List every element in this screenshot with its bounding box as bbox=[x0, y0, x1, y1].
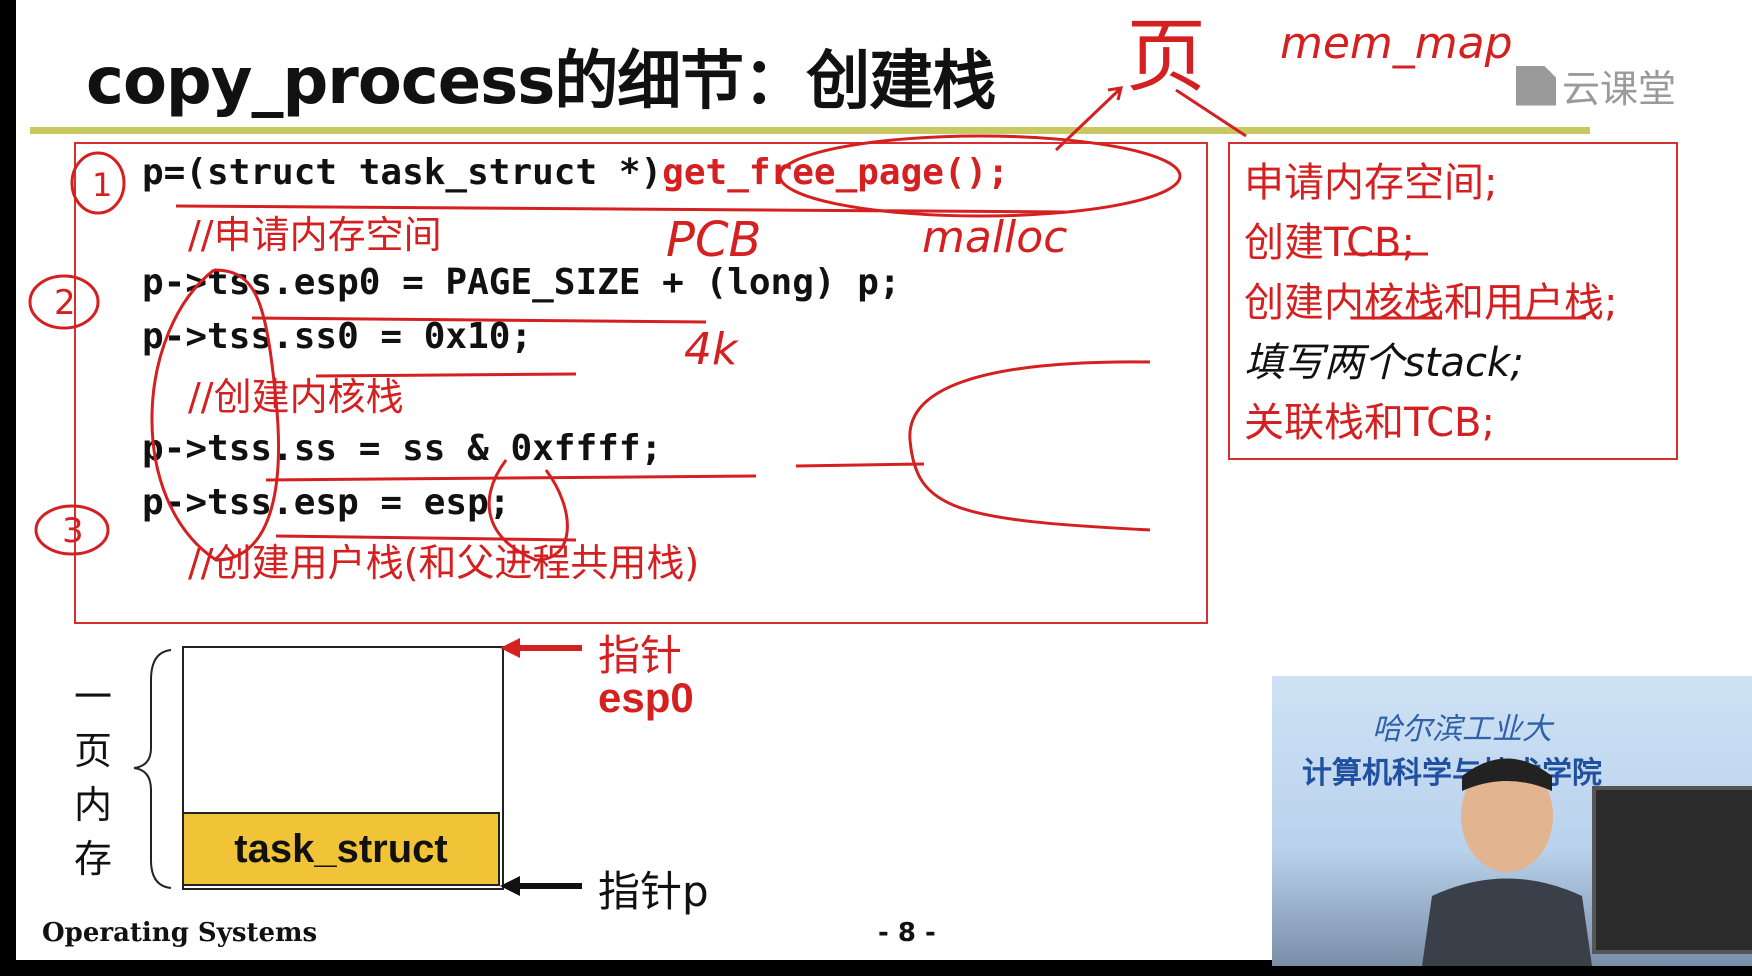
pointer-p-label: 指针p bbox=[598, 867, 709, 916]
annot-mem-map: mem_map bbox=[1280, 18, 1513, 69]
desk-monitor bbox=[1592, 786, 1752, 954]
annot-circle-2: 2 bbox=[54, 283, 76, 323]
task-struct-block: task_struct bbox=[182, 812, 500, 886]
code-line-2: p->tss.esp0 = PAGE_SIZE + (long) p; bbox=[142, 262, 901, 303]
page-memory-label: 一页内存 bbox=[74, 670, 112, 886]
annot-page-char: 页 bbox=[1126, 10, 1206, 103]
comment-user-stack: //创建用户栈(和父进程共用栈) bbox=[188, 541, 700, 585]
step-4: 填写两个stack; bbox=[1244, 340, 1524, 386]
code-line-4: p->tss.ss = ss & 0xffff; bbox=[142, 428, 663, 469]
memory-brace bbox=[133, 649, 172, 889]
step-3: 创建内核栈和用户栈; bbox=[1244, 280, 1618, 326]
step-2: 创建TCB; bbox=[1244, 220, 1415, 266]
brand-logo: 云课堂 bbox=[1516, 58, 1676, 113]
slide-title: copy_process的细节：创建栈 bbox=[86, 45, 996, 119]
code-line-1-fn: get_free_page(); bbox=[662, 152, 1009, 193]
code-line-1-prefix: p=(struct task_struct *) bbox=[142, 152, 663, 193]
lecturer-jacket bbox=[1422, 878, 1592, 966]
steps-box: 申请内存空间; 创建TCB; 创建内核栈和用户栈; 填写两个stack; 关联栈… bbox=[1228, 142, 1678, 460]
lecturer-figure bbox=[1422, 758, 1592, 966]
comment-alloc: //申请内存空间 bbox=[188, 213, 442, 257]
footer-course: Operating Systems bbox=[42, 918, 318, 948]
code-box: p=(struct task_struct *)get_free_page();… bbox=[74, 142, 1208, 624]
title-divider bbox=[30, 127, 1590, 134]
step-1: 申请内存空间; bbox=[1244, 160, 1498, 206]
pointer-esp0-name: esp0 bbox=[598, 674, 694, 721]
cloud-class-logo-icon bbox=[1516, 65, 1556, 106]
code-line-5: p->tss.esp = esp; bbox=[142, 482, 511, 523]
lecturer-video: 哈尔滨工业大 计算机科学与技术学院 bbox=[1272, 676, 1752, 966]
video-banner-top: 哈尔滨工业大 bbox=[1372, 712, 1552, 747]
code-line-1: p=(struct task_struct *)get_free_page(); bbox=[142, 152, 1009, 193]
brand-logo-text: 云课堂 bbox=[1562, 67, 1677, 111]
comment-kernel-stack: //创建内核栈 bbox=[188, 375, 404, 419]
step-5: 关联栈和TCB; bbox=[1244, 400, 1495, 446]
code-line-3: p->tss.ss0 = 0x10; bbox=[142, 316, 533, 357]
arrow-to-page bbox=[1054, 86, 1124, 152]
page-memory-label-text: 一页内存 bbox=[74, 675, 113, 881]
page-number: - 8 - bbox=[878, 918, 936, 948]
